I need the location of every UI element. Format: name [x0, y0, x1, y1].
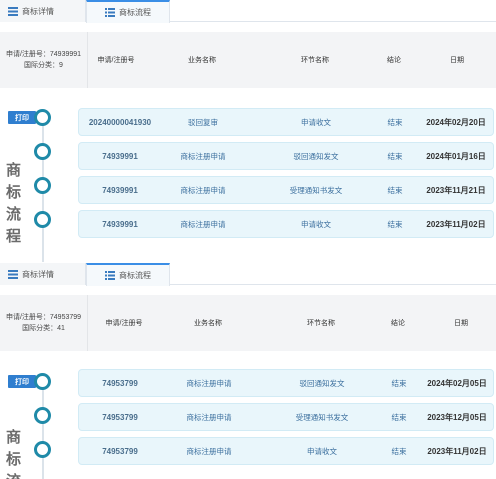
business-cell: 商标注册申请 — [180, 151, 226, 161]
timeline-dot — [34, 373, 51, 390]
table-row[interactable]: 74953799 商标注册申请 受理通知书发文 结束 2023年12月05日 — [78, 403, 494, 431]
reg-number-cell: 74953799 — [102, 412, 138, 422]
tab-trademark-detail[interactable]: 商标详情 — [0, 263, 86, 285]
table-header: 申请/注册号：74953799 国际分类：41 申请/注册号 业务名称 环节名称… — [0, 295, 496, 351]
reg-number-cell: 20240000041930 — [88, 117, 152, 127]
reg-number-cell: 74953799 — [102, 378, 138, 388]
business-cell: 商标注册申请 — [186, 378, 232, 388]
trademark-flow-panel-2: 商标详情 商标流程 申请/注册号：74953799 国际分类：41 申请/注册号… — [0, 263, 496, 479]
result-cell: 结束 — [387, 151, 403, 161]
trademark-info: 申请/注册号：74953799 国际分类：41 — [0, 295, 88, 351]
date-cell: 2023年11月21日 — [426, 185, 486, 195]
trademark-info: 申请/注册号：74939991 国际分类：9 — [0, 32, 88, 88]
trademark-flow-panel-1: 商标详情 商标流程 申请/注册号：74939991 国际分类：9 申请/注册号 … — [0, 0, 496, 262]
column-header-step: 环节名称 — [307, 320, 335, 327]
reg-number-cell: 74939991 — [102, 151, 138, 161]
result-cell: 结束 — [391, 378, 407, 388]
table-row[interactable]: 74953799 商标注册申请 驳回通知发文 结束 2024年02月05日 — [78, 369, 494, 397]
tab-label: 商标详情 — [22, 269, 54, 279]
side-title-char: 商 — [6, 162, 23, 179]
column-header-business: 业务名称 — [194, 320, 222, 327]
tab-bar: 商标详情 商标流程 — [0, 0, 496, 23]
result-cell: 结束 — [387, 219, 403, 229]
column-header-result: 结论 — [391, 320, 405, 327]
column-header-reg-no: 申请/注册号 — [105, 320, 143, 327]
date-cell: 2023年11月02日 — [426, 219, 486, 229]
table-header: 申请/注册号：74939991 国际分类：9 申请/注册号 业务名称 环节名称 … — [0, 32, 496, 88]
result-cell: 结束 — [387, 185, 403, 195]
step-cell: 受理通知书发文 — [289, 185, 343, 195]
side-title-char: 标 — [6, 451, 23, 468]
timeline-dot — [34, 109, 51, 126]
step-cell: 申请收文 — [301, 117, 331, 127]
reg-number-cell: 74953799 — [102, 446, 138, 456]
table-row[interactable]: 74939991 商标注册申请 申请收文 结束 2023年11月02日 — [78, 210, 494, 238]
timeline-dot — [34, 143, 51, 160]
step-cell: 驳回通知发文 — [293, 151, 339, 161]
tab-trademark-flow[interactable]: 商标流程 — [86, 263, 170, 286]
date-cell: 2024年02月05日 — [427, 378, 487, 388]
side-title: 商 标 流 — [6, 427, 22, 479]
reg-number-label: 申请/注册号：74953799 — [5, 314, 82, 321]
tab-trademark-flow[interactable]: 商标流程 — [86, 0, 170, 23]
date-cell: 2024年01月16日 — [426, 151, 486, 161]
print-button[interactable]: 打印 — [8, 375, 36, 388]
timeline-dot — [34, 407, 51, 424]
date-cell: 2023年11月02日 — [427, 446, 487, 456]
step-cell: 申请收文 — [307, 446, 337, 456]
side-title-char: 流 — [6, 206, 23, 223]
intl-class-label: 国际分类：41 — [22, 325, 65, 332]
timeline-dot — [34, 177, 51, 194]
column-header-date: 日期 — [450, 57, 464, 64]
business-cell: 商标注册申请 — [186, 412, 232, 422]
business-cell: 商标注册申请 — [180, 185, 226, 195]
table-row[interactable]: 74953799 商标注册申请 申请收文 结束 2023年11月02日 — [78, 437, 494, 465]
date-cell: 2023年12月05日 — [427, 412, 487, 422]
step-cell: 受理通知书发文 — [295, 412, 349, 422]
date-cell: 2024年02月20日 — [426, 117, 486, 127]
reg-number-cell: 74939991 — [102, 219, 138, 229]
result-cell: 结束 — [391, 446, 407, 456]
column-header-business: 业务名称 — [188, 57, 216, 64]
table-row[interactable]: 74939991 商标注册申请 受理通知书发文 结束 2023年11月21日 — [78, 176, 494, 204]
step-cell: 驳回通知发文 — [299, 378, 345, 388]
tab-label: 商标详情 — [22, 6, 54, 16]
reg-number-label: 申请/注册号：74939991 — [5, 51, 82, 58]
print-button[interactable]: 打印 — [8, 111, 36, 124]
timeline-dot — [34, 211, 51, 228]
timeline-dot — [34, 441, 51, 458]
table-row[interactable]: 20240000041930 驳回复审 申请收文 结束 2024年02月20日 — [78, 108, 494, 136]
column-header-reg-no: 申请/注册号 — [97, 57, 135, 64]
list-icon — [105, 271, 115, 280]
side-title: 商 标 流 程 — [6, 160, 22, 248]
column-header-date: 日期 — [454, 320, 468, 327]
result-cell: 结束 — [391, 412, 407, 422]
side-title-char: 流 — [6, 471, 22, 479]
business-cell: 商标注册申请 — [180, 219, 226, 229]
column-header-result: 结论 — [387, 57, 401, 64]
tab-label: 商标流程 — [119, 271, 151, 280]
side-title-char: 程 — [6, 228, 23, 245]
column-header-step: 环节名称 — [301, 57, 329, 64]
step-cell: 申请收文 — [301, 219, 331, 229]
intl-class-label: 国际分类：9 — [24, 62, 63, 69]
list-icon — [8, 269, 18, 279]
timeline-line — [42, 375, 44, 479]
side-title-char: 标 — [6, 184, 23, 201]
business-cell: 驳回复审 — [188, 117, 218, 127]
table-row[interactable]: 74939991 商标注册申请 驳回通知发文 结束 2024年01月16日 — [78, 142, 494, 170]
tab-bar: 商标详情 商标流程 — [0, 263, 496, 286]
tab-label: 商标流程 — [119, 8, 151, 17]
business-cell: 商标注册申请 — [186, 446, 232, 456]
result-cell: 结束 — [387, 117, 403, 127]
list-icon — [8, 6, 18, 16]
reg-number-cell: 74939991 — [102, 185, 138, 195]
list-icon — [105, 8, 115, 17]
tab-trademark-detail[interactable]: 商标详情 — [0, 0, 86, 22]
side-title-char: 商 — [6, 429, 23, 446]
